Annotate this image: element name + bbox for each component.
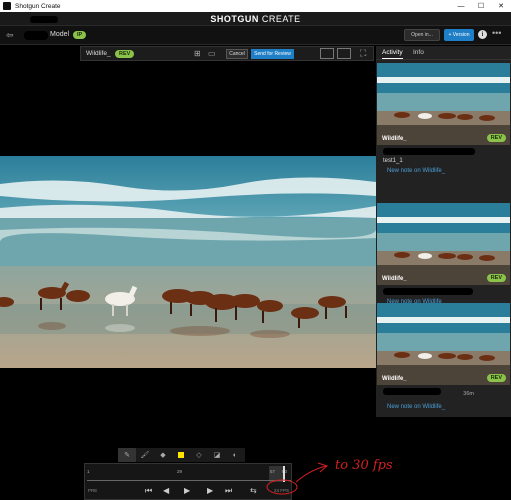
annotation-text: to 30 fps xyxy=(335,458,393,473)
annotation-circle xyxy=(266,479,298,495)
annotation-overlay xyxy=(266,462,328,495)
annotation-arrow xyxy=(295,465,327,483)
